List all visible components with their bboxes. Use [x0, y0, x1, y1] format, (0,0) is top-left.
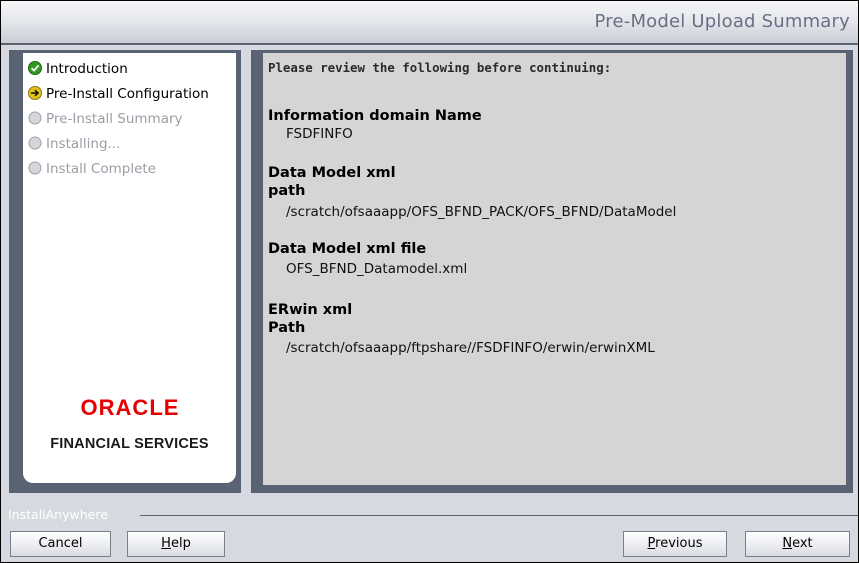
next-mnemonic: N [782, 536, 793, 551]
installanywhere-label: InstallAnywhere [8, 507, 108, 522]
step-label: Pre-Install Summary [46, 111, 183, 127]
field-label-information-domain: Information domain Name [268, 108, 482, 124]
step-label: Installing... [46, 136, 121, 152]
steps-card: Introduction Pre-Install Configuration P… [23, 53, 236, 483]
check-circle-icon [28, 61, 42, 75]
header-divider [1, 43, 858, 45]
brand-divider [140, 515, 858, 516]
field-value-information-domain: FSDFINFO [286, 126, 353, 142]
previous-button-label: revious [655, 536, 703, 551]
step-label: Install Complete [46, 161, 156, 177]
field-value-data-model-path: /scratch/ofsaaapp/OFS_BFND_PACK/OFS_BFND… [286, 204, 677, 220]
previous-button[interactable]: Previous [623, 531, 727, 557]
oracle-logo: ORACLE [23, 393, 236, 421]
summary-area: Please review the following before conti… [263, 53, 846, 485]
field-label-erwin-path: Path [268, 320, 306, 336]
help-button[interactable]: Help [127, 531, 225, 557]
help-mnemonic: H [161, 536, 171, 551]
field-label-erwin-xml: ERwin xml [268, 302, 353, 318]
step-label: Pre-Install Configuration [46, 86, 209, 102]
help-button-label: elp [170, 536, 191, 551]
field-label-data-model-path: path [268, 183, 306, 199]
field-value-data-model-file: OFS_BFND_Datamodel.xml [286, 261, 468, 277]
field-label-data-model-xml: Data Model xml [268, 165, 396, 181]
oracle-logo-text: ORACLE [80, 395, 179, 420]
installer-window: Pre-Model Upload Summary Introduction Pr… [0, 0, 859, 563]
next-button-label: ext [792, 536, 813, 551]
header-bar: Pre-Model Upload Summary [1, 1, 858, 43]
financial-services-label: FINANCIAL SERVICES [50, 436, 209, 452]
field-label-data-model-file: Data Model xml file [268, 241, 427, 257]
step-label: Introduction [46, 61, 128, 77]
previous-mnemonic: P [647, 536, 656, 551]
brand-row: InstallAnywhere [1, 503, 858, 525]
empty-circle-icon [28, 111, 42, 125]
arrow-circle-icon [28, 86, 42, 100]
field-value-erwin-path: /scratch/ofsaaapp/ftpshare//FSDFINFO/erw… [286, 340, 655, 356]
cancel-button[interactable]: Cancel [10, 531, 111, 557]
empty-circle-icon [28, 161, 42, 175]
instruction-text: Please review the following before conti… [268, 60, 612, 75]
cancel-button-label: Cancel [38, 536, 83, 551]
next-button[interactable]: Next [745, 531, 850, 557]
empty-circle-icon [28, 136, 42, 150]
page-title: Pre-Model Upload Summary [594, 11, 850, 32]
